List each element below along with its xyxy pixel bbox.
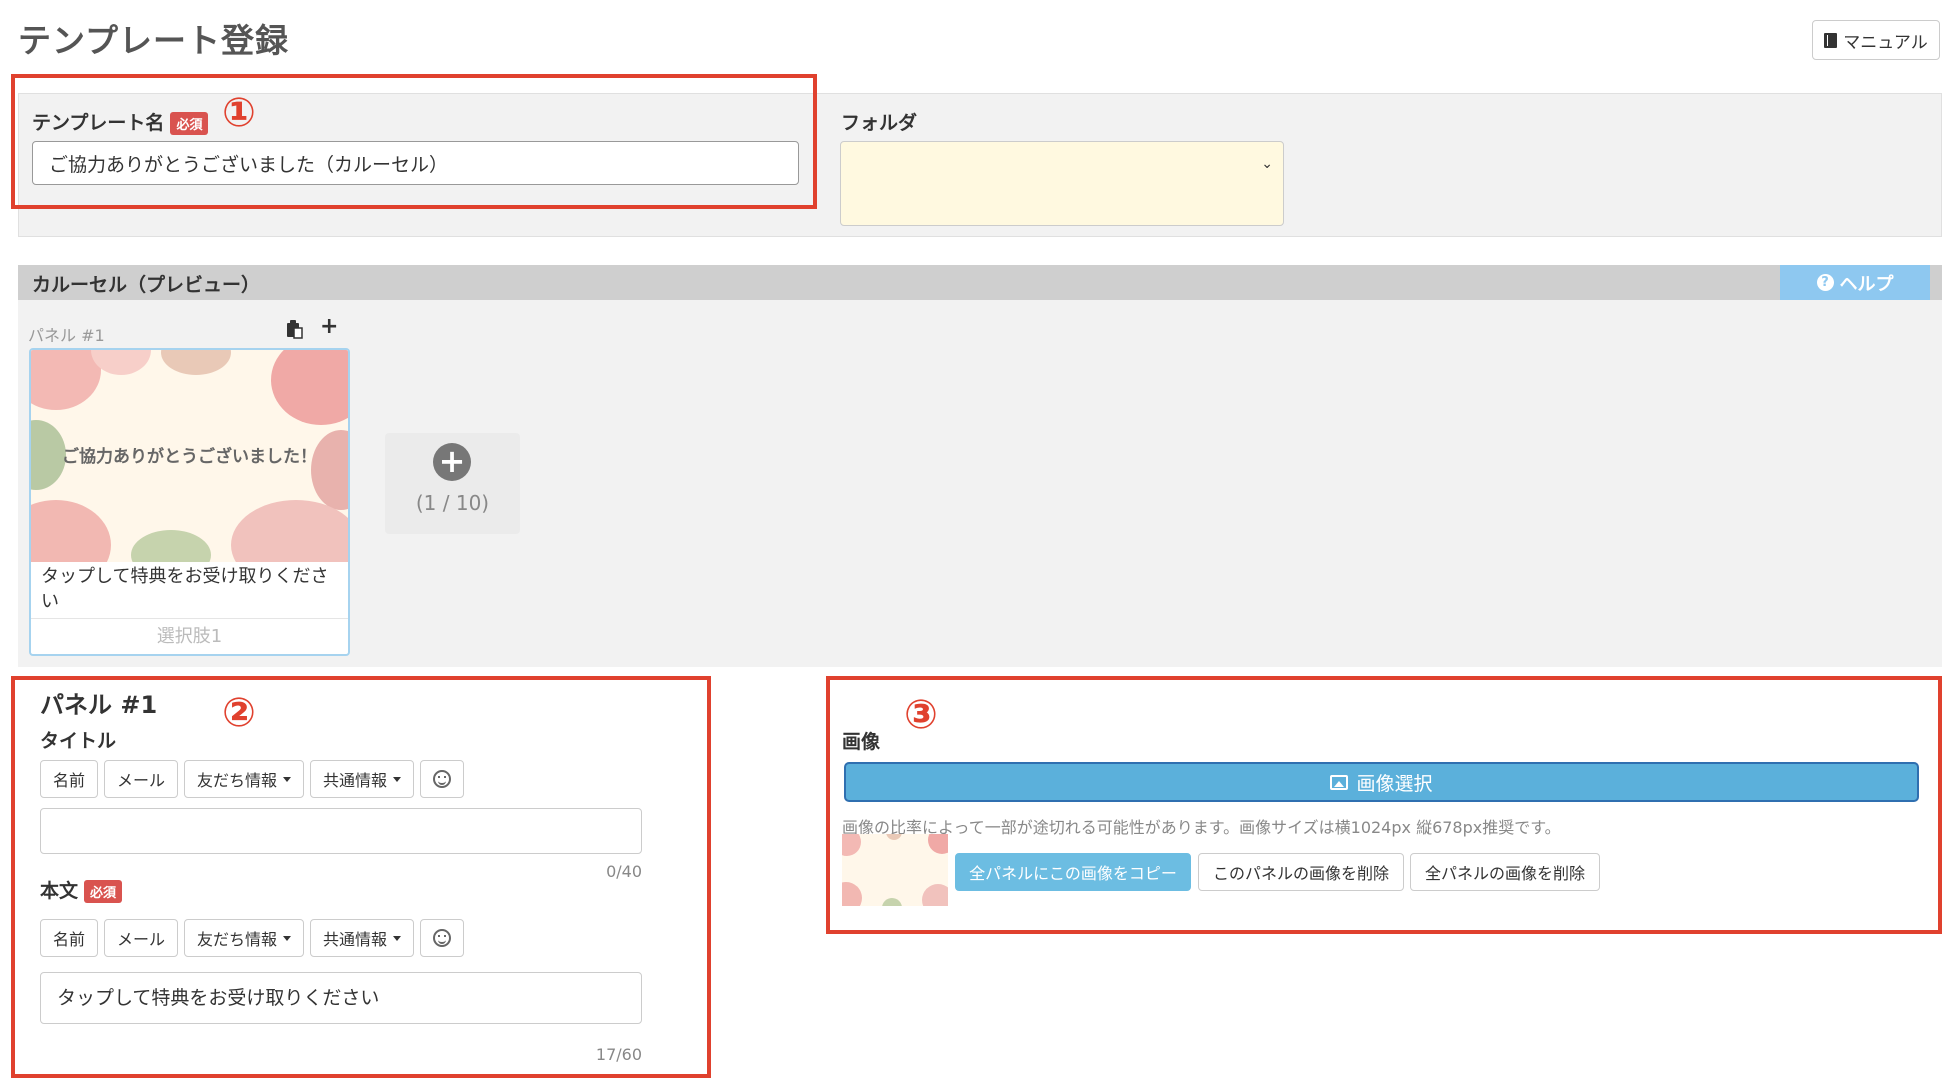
annotation-marker-1: ① <box>222 90 256 136</box>
body-textarea[interactable]: タップして特典をお受け取りください <box>40 972 642 1024</box>
folder-label: フォルダ <box>841 112 918 134</box>
image-field-label: 画像 <box>842 731 881 753</box>
panel-editor-title: パネル #1 <box>40 691 158 719</box>
friend-info-dropdown[interactable]: 友だち情報 <box>184 760 305 798</box>
chevron-down-icon: ⌄ <box>1261 156 1273 172</box>
insert-name-button[interactable]: 名前 <box>40 760 99 798</box>
common-info-label: 共通情報 <box>323 930 388 949</box>
panel-count: (1 / 10) <box>415 491 490 515</box>
image-size-note: 画像の比率によって一部が途切れる可能性があります。画像サイズは横1024px 縦… <box>842 818 1561 837</box>
help-button[interactable]: ? ヘルプ <box>1780 265 1930 300</box>
title-input[interactable] <box>40 808 642 854</box>
card-body-text: タップして特典をお受け取りください <box>41 566 329 613</box>
image-thumbnail <box>842 834 948 906</box>
common-info-dropdown[interactable]: 共通情報 <box>310 760 415 798</box>
image-icon <box>1330 774 1349 790</box>
friend-info-label: 友だち情報 <box>197 930 278 949</box>
manual-button-label: マニュアル <box>1843 32 1928 53</box>
copy-image-all-panels-button[interactable]: 全パネルにこの画像をコピー <box>955 853 1191 891</box>
delete-all-images-button[interactable]: 全パネルの画像を削除 <box>1410 853 1600 891</box>
panel-number-label: パネル #1 <box>28 326 105 345</box>
body-field-label: 本文 必須 <box>40 876 123 903</box>
common-info-dropdown[interactable]: 共通情報 <box>310 919 415 957</box>
card-image-text: ご協力ありがとうございました！ <box>62 447 317 467</box>
help-button-label: ヘルプ <box>1839 273 1894 295</box>
body-counter: 17/60 <box>595 1045 642 1064</box>
required-badge: 必須 <box>84 880 123 903</box>
book-icon <box>1824 32 1838 48</box>
smile-icon <box>433 929 452 947</box>
annotation-box-1 <box>11 74 817 209</box>
emoji-button[interactable] <box>420 919 465 957</box>
carousel-panel-card[interactable]: ご協力ありがとうございました！ タップして特典をお受け取りください 選択肢1 <box>29 348 350 656</box>
friend-info-label: 友だち情報 <box>197 771 278 790</box>
image-select-button[interactable]: 画像選択 <box>844 762 1919 802</box>
carousel-header: カルーセル（プレビュー） ? ヘルプ <box>18 265 1942 300</box>
body-field-label-text: 本文 <box>40 880 79 902</box>
common-info-label: 共通情報 <box>323 771 388 790</box>
image-select-label: 画像選択 <box>1356 772 1433 795</box>
caret-down-icon <box>283 935 292 941</box>
annotation-marker-2: ② <box>222 690 256 736</box>
add-panel-card[interactable]: + (1 / 10) <box>385 433 520 534</box>
paste-icon[interactable] <box>283 318 307 342</box>
add-panel-icon[interactable]: + <box>320 314 338 339</box>
annotation-marker-3: ③ <box>904 692 938 738</box>
page-title: テンプレート登録 <box>18 21 290 60</box>
delete-panel-image-button[interactable]: このパネルの画像を削除 <box>1198 853 1404 891</box>
question-icon: ? <box>1816 274 1834 291</box>
carousel-header-title: カルーセル（プレビュー） <box>32 274 261 296</box>
emoji-button[interactable] <box>420 760 465 798</box>
title-counter: 0/40 <box>606 862 642 881</box>
card-choice-button[interactable]: 選択肢1 <box>31 618 348 654</box>
insert-name-button[interactable]: 名前 <box>40 919 99 957</box>
caret-down-icon <box>393 935 402 941</box>
smile-icon <box>433 770 452 788</box>
folder-select[interactable]: ⌄ <box>840 141 1284 226</box>
insert-mail-button[interactable]: メール <box>104 760 179 798</box>
insert-mail-button[interactable]: メール <box>104 919 179 957</box>
card-image: ご協力ありがとうございました！ <box>31 350 348 562</box>
body-insert-toolbar: 名前 メール 友だち情報 共通情報 <box>40 919 465 957</box>
title-field-label: タイトル <box>40 730 117 752</box>
caret-down-icon <box>283 776 292 782</box>
friend-info-dropdown[interactable]: 友だち情報 <box>184 919 305 957</box>
title-insert-toolbar: 名前 メール 友だち情報 共通情報 <box>40 760 465 798</box>
manual-button[interactable]: マニュアル <box>1812 20 1940 60</box>
plus-circle-icon: + <box>433 443 471 481</box>
caret-down-icon <box>393 776 402 782</box>
annotation-box-3 <box>826 676 1942 934</box>
